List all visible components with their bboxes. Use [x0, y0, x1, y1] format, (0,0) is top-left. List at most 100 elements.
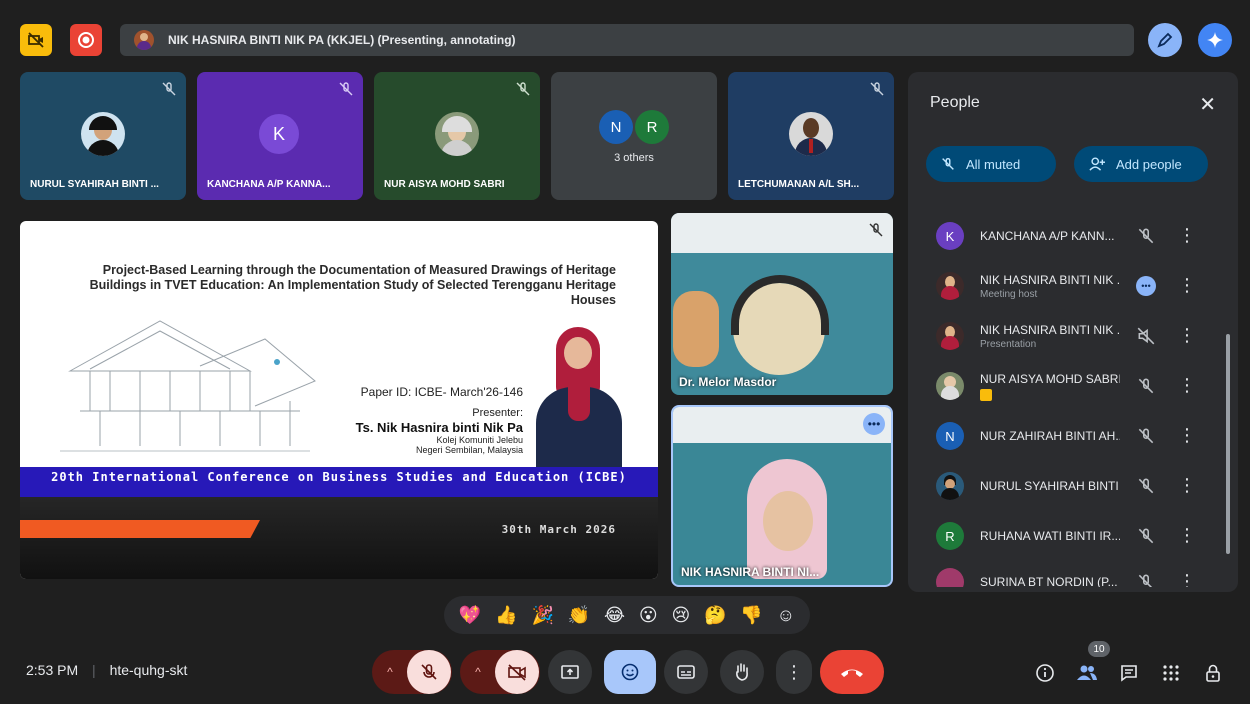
meeting-details-icon[interactable]: [1034, 662, 1056, 684]
participant-tile[interactable]: NUR AISYA MOHD SABRI: [374, 72, 540, 200]
more-options-icon[interactable]: ⋮: [1178, 424, 1196, 446]
clap-reaction-icon[interactable]: 👏: [568, 605, 590, 626]
captions-button[interactable]: [664, 650, 708, 694]
presentation-slide: Project-Based Learning through the Docum…: [20, 221, 658, 579]
annotate-pen-icon[interactable]: [1148, 23, 1182, 57]
panel-scrollbar[interactable]: [1226, 334, 1230, 554]
chevron-up-icon[interactable]: ^: [373, 650, 407, 694]
more-options-icon[interactable]: ⋮: [1178, 570, 1196, 587]
slide-college-line: Negeri Sembilan, Malaysia: [415, 445, 523, 455]
participant-info: NIK HASNIRA BINTI NIK ... Meeting host: [980, 273, 1120, 300]
participant-row[interactable]: K KANCHANA A/P KANN... ⋮: [920, 212, 1226, 260]
emoji-icon: [621, 663, 639, 681]
raise-hand-button[interactable]: [720, 650, 764, 694]
participant-name: NIK HASNIRA BINTI NIK ...: [980, 322, 1120, 337]
participant-photo: [936, 272, 964, 300]
mic-off-icon: [869, 223, 883, 237]
participant-list: K KANCHANA A/P KANN... ⋮ NIK HASNIRA BIN…: [920, 202, 1226, 587]
thumbs-up-reaction-icon[interactable]: 👍: [495, 605, 517, 626]
mic-off-icon: [1138, 378, 1154, 394]
video-background-banner: [673, 407, 891, 443]
presenter-avatar: [134, 30, 154, 50]
video-background-banner: [671, 213, 893, 253]
close-icon[interactable]: ✕: [1199, 92, 1216, 117]
mic-off-icon: [516, 82, 530, 96]
heart-reaction-icon[interactable]: 💖: [459, 605, 481, 626]
mic-off-icon: [421, 664, 437, 680]
participant-row[interactable]: NURUL SYAHIRAH BINTI ... ⋮: [920, 462, 1226, 510]
more-options-icon[interactable]: ⋮: [776, 650, 812, 694]
gemini-sparkle-icon[interactable]: [1198, 23, 1232, 57]
all-muted-label: All muted: [966, 156, 1021, 172]
participant-name: NURUL SYAHIRAH BINTI ...: [980, 479, 1120, 493]
slide-paper-id: Paper ID: ICBE- March'26-146: [360, 385, 523, 399]
more-options-icon[interactable]: ⋮: [1178, 274, 1196, 296]
add-people-button[interactable]: Add people: [1074, 146, 1208, 182]
clock-time: 2:53 PM: [26, 662, 79, 678]
camera-toggle-button[interactable]: [495, 650, 539, 694]
participant-tile[interactable]: K KANCHANA A/P KANNA...: [197, 72, 363, 200]
thumbs-down-reaction-icon[interactable]: 👎: [740, 605, 762, 626]
participant-tile[interactable]: NURUL SYAHIRAH BINTI ...: [20, 72, 186, 200]
add-person-icon: [1089, 157, 1105, 171]
all-muted-button[interactable]: All muted: [926, 146, 1056, 182]
more-options-icon[interactable]: ⋮: [1178, 324, 1196, 346]
raise-hand-icon: [736, 663, 748, 681]
others-tile[interactable]: N R 3 others: [551, 72, 717, 200]
more-options-icon[interactable]: ⋮: [1178, 474, 1196, 496]
participant-letter-avatar: N: [936, 422, 964, 450]
thinking-reaction-icon[interactable]: 🤔: [704, 605, 726, 626]
participant-name: RUHANA WATI BINTI IR...: [980, 529, 1120, 543]
participant-row[interactable]: NUR AISYA MOHD SABRI ⋮: [920, 362, 1226, 410]
divider: |: [92, 662, 96, 678]
mic-off-icon: [339, 82, 353, 96]
sad-reaction-icon[interactable]: 😢: [671, 605, 690, 626]
more-options-icon[interactable]: ⋮: [1178, 224, 1196, 246]
hang-up-icon: [841, 669, 863, 677]
participant-letter-avatar: K: [936, 222, 964, 250]
camera-off-indicator-icon[interactable]: [20, 24, 52, 56]
participant-row[interactable]: N NUR ZAHIRAH BINTI AH... ⋮: [920, 412, 1226, 460]
participant-tile[interactable]: LETCHUMANAN A/L SH...: [728, 72, 894, 200]
heritage-house-sketch: [60, 320, 316, 452]
participant-role: Meeting host: [980, 288, 1038, 300]
party-reaction-icon[interactable]: 🎉: [531, 605, 553, 626]
participant-name: SURINA BT NORDIN (P...: [980, 575, 1118, 587]
microphone-toggle-button[interactable]: [407, 650, 451, 694]
laugh-reaction-icon[interactable]: 😂: [604, 605, 625, 626]
participant-letter-avatar: R: [635, 110, 669, 144]
video-tile-active[interactable]: ••• NIK HASNIRA BINTI NI...: [671, 405, 893, 587]
reactions-button[interactable]: [604, 650, 656, 694]
presenting-label: NIK HASNIRA BINTI NIK PA (KKJEL) (Presen…: [168, 33, 516, 47]
leave-call-button[interactable]: [820, 650, 884, 694]
presenter-photo: [530, 321, 630, 467]
slide-footer: [20, 497, 658, 579]
mic-off-icon: [1138, 574, 1153, 587]
participant-row[interactable]: SURINA BT NORDIN (P... ⋮: [920, 558, 1226, 587]
activities-grid-icon[interactable]: [1160, 662, 1182, 684]
camera-off-badge-icon: [980, 388, 992, 401]
participant-row[interactable]: NIK HASNIRA BINTI NIK ... Presentation ⋮: [920, 312, 1226, 360]
participant-name: NUR AISYA MOHD SABRI: [980, 371, 1120, 386]
recording-icon[interactable]: [70, 24, 102, 56]
more-options-icon[interactable]: ⋮: [1178, 524, 1196, 546]
present-screen-button[interactable]: [548, 650, 592, 694]
participant-row[interactable]: R RUHANA WATI BINTI IR... ⋮: [920, 512, 1226, 560]
reaction-bar: 💖 👍 🎉 👏 😂 😮 😢 🤔 👎 ☺: [444, 596, 810, 634]
speaking-indicator-icon: •••: [863, 413, 885, 435]
people-panel: People ✕ All muted Add people K KANCHANA…: [908, 72, 1238, 592]
surprised-reaction-icon[interactable]: 😮: [639, 605, 658, 626]
host-controls-lock-icon[interactable]: [1202, 662, 1224, 684]
chat-icon[interactable]: [1118, 662, 1140, 684]
participant-photo: [789, 112, 833, 156]
meeting-info: 2:53 PM | hte-quhg-skt: [26, 662, 187, 678]
captions-icon: [677, 665, 695, 679]
slide-presenter-label: Presenter:: [472, 407, 523, 419]
video-tile[interactable]: Dr. Melor Masdor: [671, 213, 893, 395]
people-icon[interactable]: [1076, 662, 1098, 684]
chevron-up-icon[interactable]: ^: [461, 650, 495, 694]
participant-photo: [936, 322, 964, 350]
more-options-icon[interactable]: ⋮: [1178, 374, 1196, 396]
participant-row[interactable]: NIK HASNIRA BINTI NIK ... Meeting host •…: [920, 262, 1226, 310]
more-reactions-icon[interactable]: ☺: [777, 605, 795, 626]
